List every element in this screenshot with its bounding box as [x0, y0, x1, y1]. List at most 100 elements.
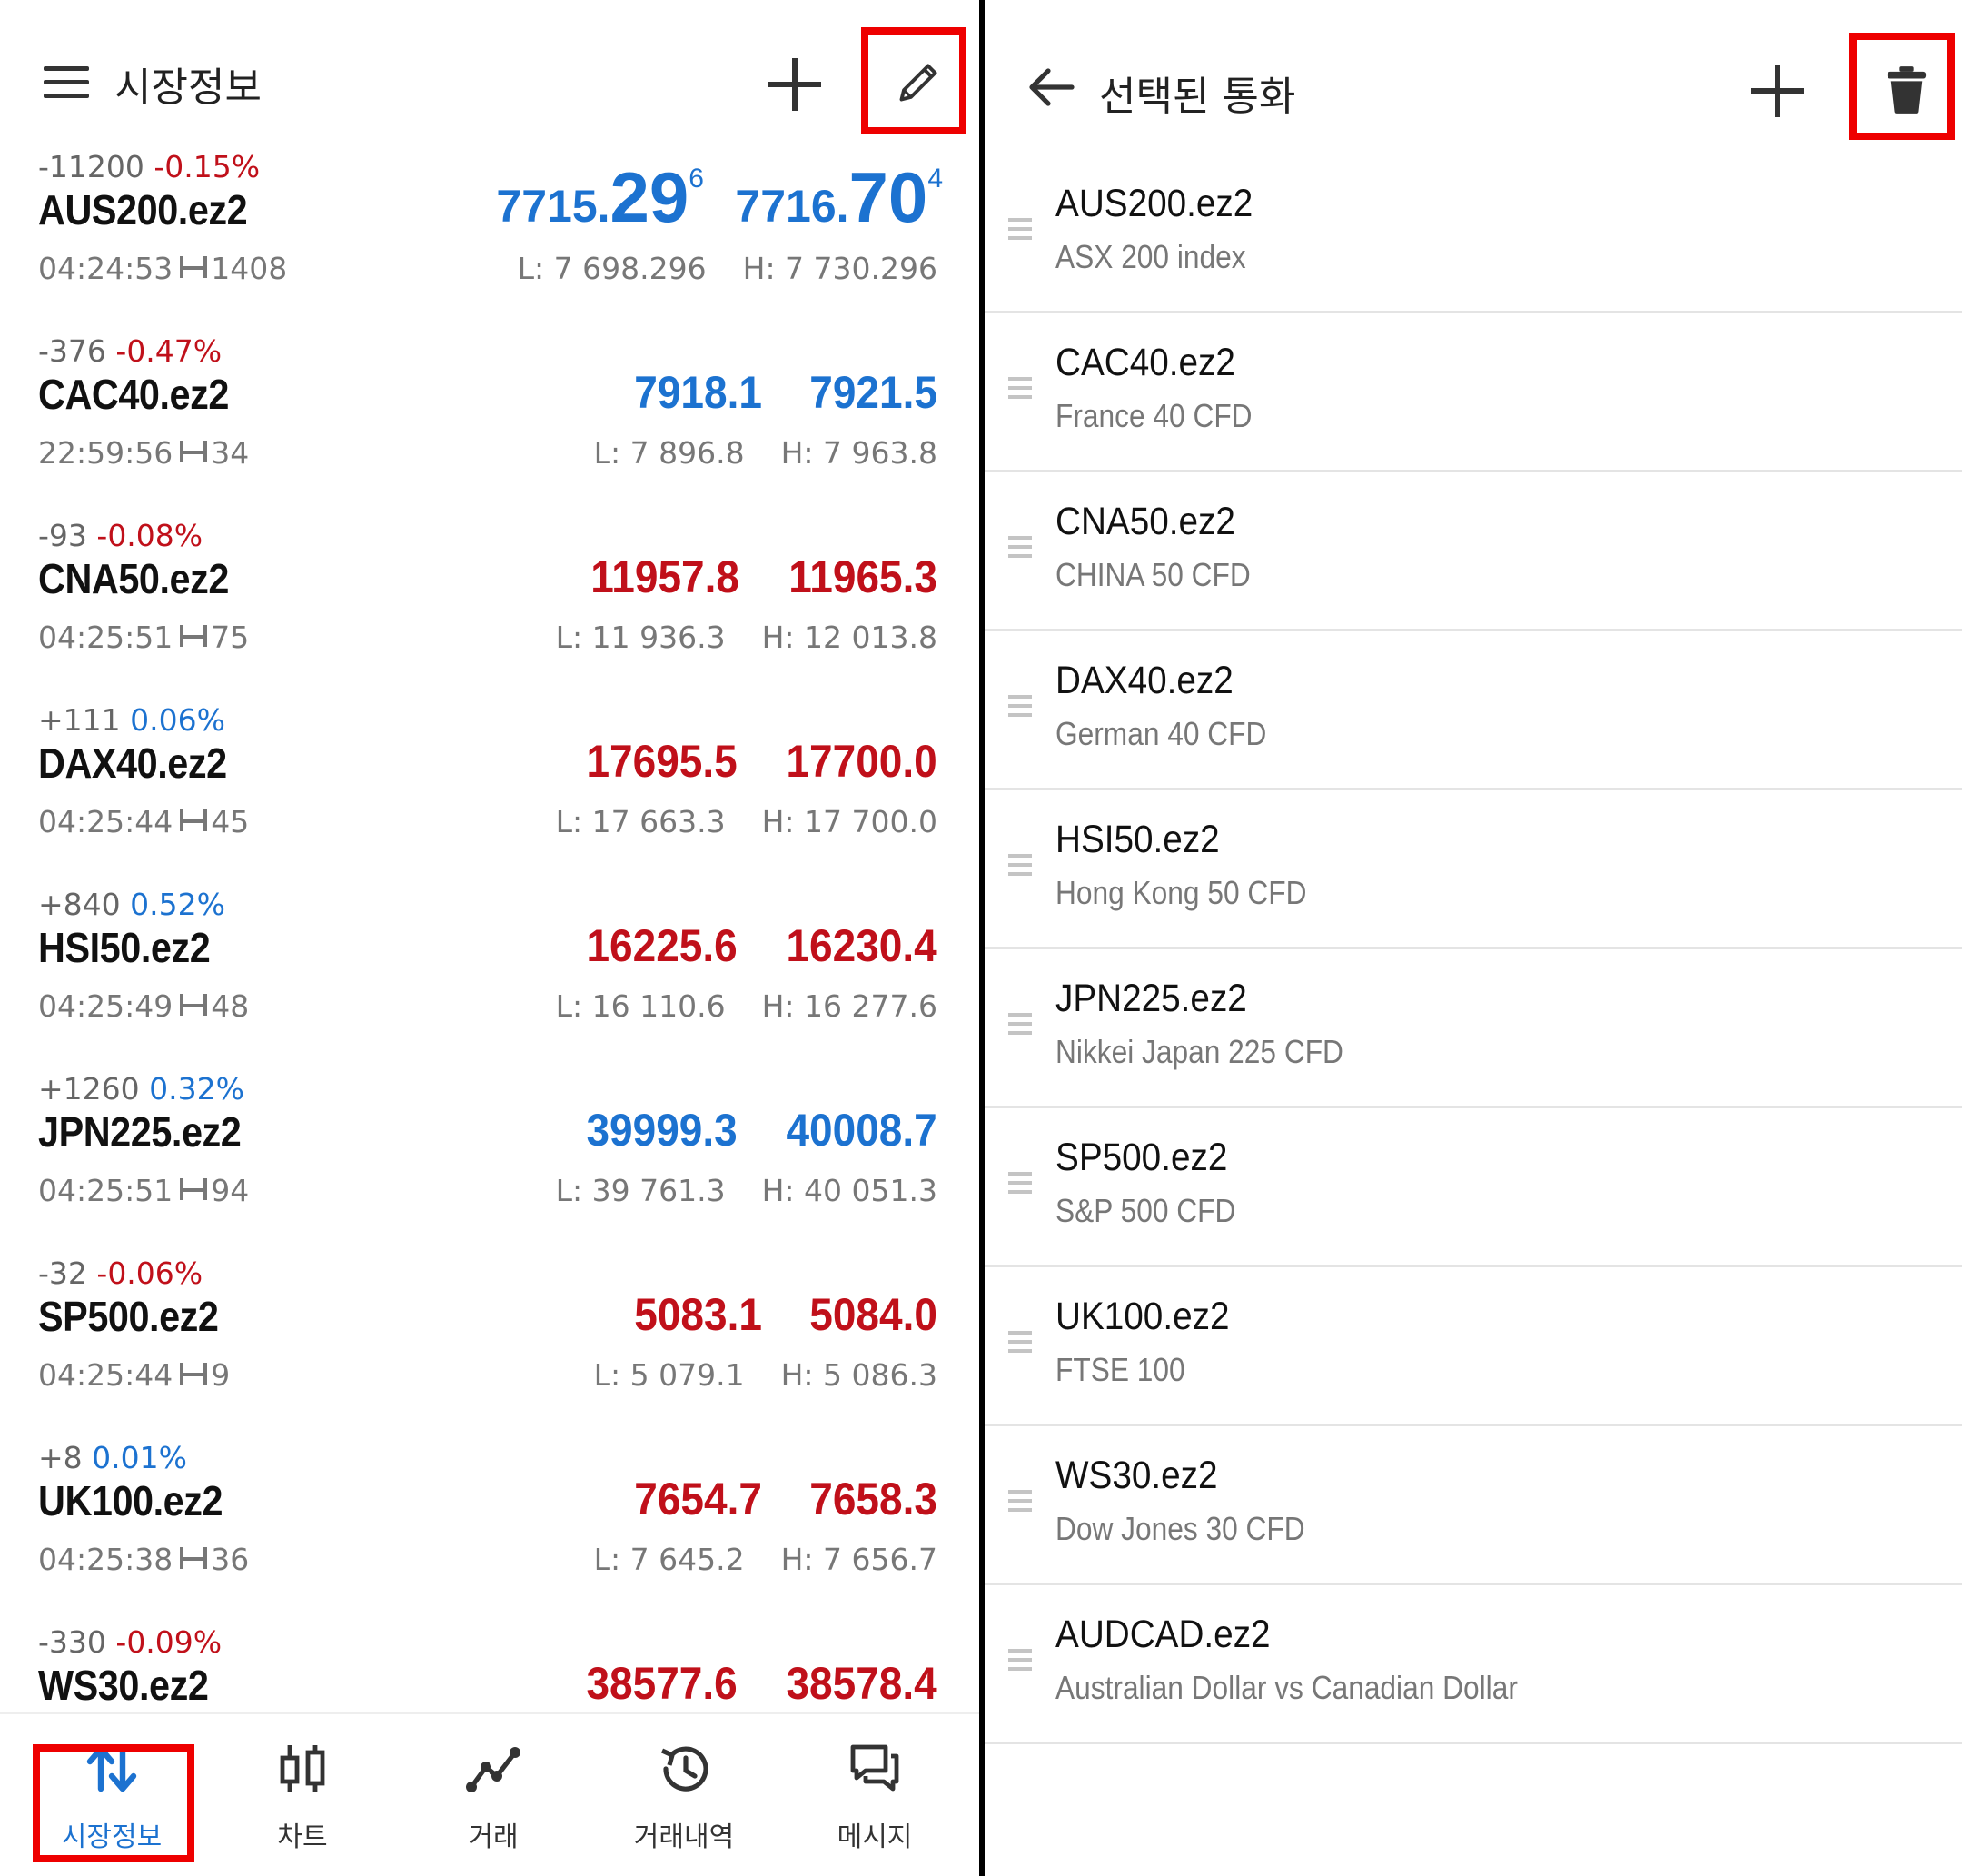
quote-prices: 38577.6 38578.4	[537, 1657, 937, 1710]
quote-row[interactable]: +1260 0.32% JPN225.ez2 04:25:51 94 39999.3 4…	[0, 1051, 979, 1236]
quote-spread: 1408	[211, 251, 288, 286]
drag-handle-icon[interactable]	[1008, 1172, 1032, 1194]
drag-handle-icon[interactable]	[1008, 695, 1032, 717]
bid-price[interactable]: 39999.3	[586, 1104, 737, 1156]
quote-change: +840 0.52%	[38, 887, 225, 922]
quote-prices: 7715.296 7716.704	[469, 156, 943, 239]
symbol-name: CAC40.ez2	[1055, 341, 1235, 384]
selected-symbol-row[interactable]: HSI50.ez2 Hong Kong 50 CFD	[985, 790, 1962, 949]
drag-handle-icon[interactable]	[1008, 1490, 1032, 1512]
drag-handle-icon[interactable]	[1008, 1649, 1032, 1671]
bid-price[interactable]: 17695.5	[586, 735, 737, 788]
page-title: 선택된 통화	[1099, 74, 1296, 120]
quote-low: L: 7 698.296	[517, 251, 707, 286]
quote-high: H: 7 730.296	[742, 251, 937, 286]
quote-low: L: 16 110.6	[555, 988, 726, 1024]
quote-row[interactable]: -93 -0.08% CNA50.ez2 04:25:51 75 11957.8 119…	[0, 498, 979, 682]
quote-prices: 7654.7 7658.3	[587, 1473, 937, 1525]
quote-symbol: DAX40.ez2	[38, 739, 227, 787]
quote-spread: 34	[211, 435, 250, 471]
drag-handle-icon[interactable]	[1008, 1331, 1032, 1353]
quote-row[interactable]: -11200 -0.15% AUS200.ez2 04:24:53 1408 7715…	[0, 154, 979, 313]
back-arrow-icon[interactable]	[1028, 65, 1075, 109]
spread-icon	[178, 254, 208, 282]
bid-price[interactable]: 11957.8	[590, 551, 739, 603]
selected-symbol-row[interactable]: CAC40.ez2 France 40 CFD	[985, 313, 1962, 472]
quote-row[interactable]: +8 0.01% UK100.ez2 04:25:38 36 7654.7 7658.3…	[0, 1420, 979, 1604]
drag-handle-icon[interactable]	[1008, 218, 1032, 240]
nav-item[interactable]: 거래	[398, 1714, 589, 1876]
quote-spread: 94	[211, 1173, 250, 1208]
add-symbol-icon[interactable]	[768, 58, 821, 111]
ask-price[interactable]: 11965.3	[788, 551, 937, 603]
delete-button-highlight[interactable]	[1849, 33, 1955, 140]
trash-icon	[1887, 66, 1927, 114]
symbol-name: WS30.ez2	[1055, 1454, 1218, 1497]
bid-price[interactable]: 16225.6	[586, 919, 737, 972]
ask-price[interactable]: 7921.5	[809, 366, 937, 419]
ask-price[interactable]: 40008.7	[787, 1104, 937, 1156]
nav-item[interactable]: 거래내역	[589, 1714, 779, 1876]
nav-item[interactable]: 메시지	[779, 1714, 970, 1876]
ask-price[interactable]: 16230.4	[787, 919, 937, 972]
quote-symbol: AUS200.ez2	[38, 186, 248, 233]
nav-label: 거래	[468, 1821, 519, 1853]
selected-symbol-row[interactable]: AUS200.ez2 ASX 200 index	[985, 154, 1962, 313]
selected-symbol-row[interactable]: AUDCAD.ez2 Australian Dollar vs Canadian…	[985, 1585, 1962, 1744]
symbol-name: HSI50.ez2	[1055, 818, 1220, 861]
selected-symbol-row[interactable]: SP500.ez2 S&P 500 CFD	[985, 1108, 1962, 1267]
quote-row[interactable]: -330 -0.09% WS30.ez2 38577.6 38578.4	[0, 1604, 979, 1712]
ask-price[interactable]: 38578.4	[787, 1657, 937, 1710]
ask-price[interactable]: 17700.0	[787, 735, 937, 788]
quote-symbol: WS30.ez2	[38, 1662, 209, 1709]
quote-prices: 5083.1 5084.0	[587, 1288, 937, 1341]
selected-symbol-row[interactable]: CNA50.ez2 CHINA 50 CFD	[985, 472, 1962, 631]
quote-high: H: 7 963.8	[780, 435, 937, 471]
spread-icon	[178, 623, 208, 650]
quote-symbol: UK100.ez2	[38, 1477, 223, 1524]
ask-price[interactable]: 7658.3	[809, 1473, 937, 1525]
quote-low: L: 5 079.1	[593, 1357, 745, 1393]
nav-item[interactable]: 차트	[207, 1714, 398, 1876]
quote-change: -32 -0.06%	[38, 1256, 203, 1291]
chat-icon	[847, 1742, 902, 1796]
quote-row[interactable]: +840 0.52% HSI50.ez2 04:25:49 48 16225.6 162…	[0, 867, 979, 1051]
quote-symbol: HSI50.ez2	[38, 924, 211, 971]
quote-low-high: L: 16 110.6 H: 16 277.6	[520, 988, 937, 1024]
quote-row[interactable]: -376 -0.47% CAC40.ez2 22:59:56 34 7918.1 792…	[0, 313, 979, 498]
bid-price[interactable]: 38577.6	[586, 1657, 737, 1710]
quote-change-percent: 0.01%	[92, 1440, 187, 1475]
drag-handle-icon[interactable]	[1008, 854, 1032, 876]
ask-price[interactable]: 5084.0	[809, 1288, 937, 1341]
selected-symbol-row[interactable]: WS30.ez2 Dow Jones 30 CFD	[985, 1426, 1962, 1585]
nav-highlight-box	[33, 1744, 194, 1862]
nav-label: 거래내역	[633, 1821, 735, 1853]
bid-price[interactable]: 7918.1	[634, 366, 762, 419]
quote-change: -11200 -0.15%	[38, 154, 260, 184]
quote-low-high: L: 11 936.3 H: 12 013.8	[520, 620, 937, 655]
bid-price[interactable]: 5083.1	[634, 1288, 762, 1341]
quote-change-percent: -0.09%	[115, 1624, 223, 1660]
selected-symbol-row[interactable]: DAX40.ez2 German 40 CFD	[985, 631, 1962, 790]
candlestick-icon	[275, 1742, 330, 1796]
symbol-name: JPN225.ez2	[1055, 977, 1247, 1020]
hamburger-menu-icon[interactable]	[44, 66, 89, 99]
nav-label: 차트	[277, 1821, 328, 1853]
nav-label: 메시지	[837, 1821, 913, 1853]
edit-button-highlight[interactable]	[861, 27, 966, 134]
symbol-description: German 40 CFD	[1055, 715, 1267, 752]
drag-handle-icon[interactable]	[1008, 377, 1032, 399]
drag-handle-icon[interactable]	[1008, 536, 1032, 558]
quote-row[interactable]: +111 0.06% DAX40.ez2 04:25:44 45 17695.5 177…	[0, 682, 979, 867]
quote-high: H: 16 277.6	[761, 988, 937, 1024]
symbol-description: CHINA 50 CFD	[1055, 556, 1251, 593]
quote-row[interactable]: -32 -0.06% SP500.ez2 04:25:44 9 5083.1 5084.…	[0, 1236, 979, 1420]
drag-handle-icon[interactable]	[1008, 1013, 1032, 1035]
selected-symbol-row[interactable]: JPN225.ez2 Nikkei Japan 225 CFD	[985, 949, 1962, 1108]
bid-price[interactable]: 7654.7	[634, 1473, 762, 1525]
quote-low-high: L: 7 698.296 H: 7 730.296	[481, 251, 937, 286]
quote-change-percent: -0.15%	[154, 154, 261, 184]
add-symbol-icon[interactable]	[1751, 65, 1804, 117]
selected-symbol-row[interactable]: UK100.ez2 FTSE 100	[985, 1267, 1962, 1426]
selected-symbols-list: AUS200.ez2 ASX 200 index CAC40.ez2 Franc…	[985, 154, 1962, 1744]
